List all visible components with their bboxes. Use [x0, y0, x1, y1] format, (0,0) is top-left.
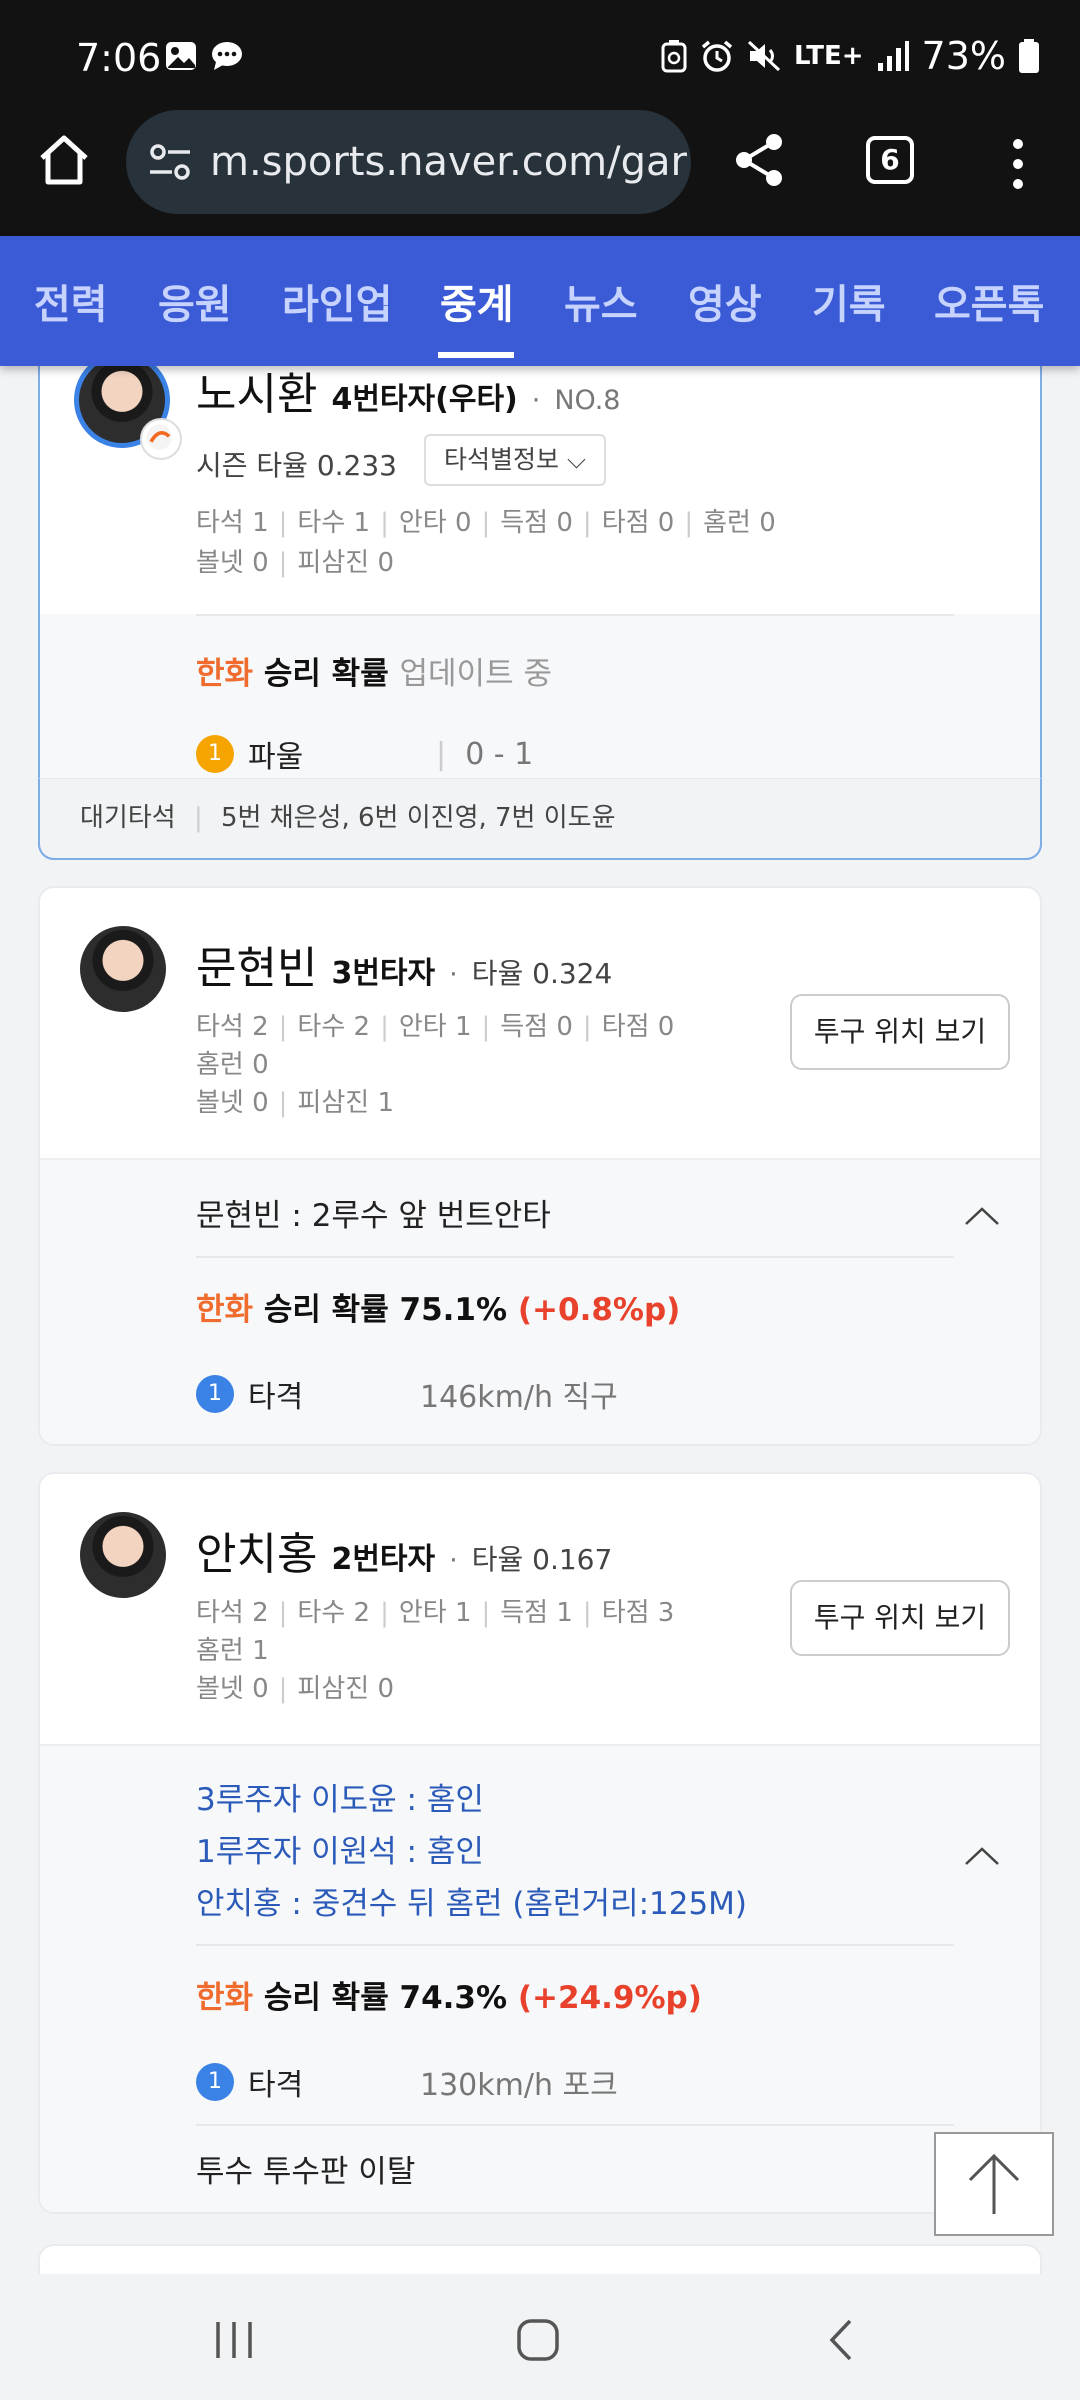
network-type: LTE+: [793, 41, 864, 71]
pitch-row: 1 타격 130km/h 포크: [196, 2060, 618, 2104]
chat-icon: [212, 42, 242, 70]
win-probability: 한화 승리 확률 업데이트 중: [196, 656, 552, 692]
player-stats-line2: 홈런 0: [196, 1050, 269, 1080]
pitch-speed-type: 130km/h 포크: [420, 2068, 618, 2103]
battery-saver-icon: [661, 40, 687, 73]
pitch-row: 1 타격 146km/h 직구: [196, 1372, 618, 1416]
batter-stats-line2: 볼넷 0 | 피삼진 0: [196, 548, 394, 578]
batter-name: 노시환: [196, 369, 318, 420]
chevron-down-icon: ⌵: [566, 445, 586, 474]
player-average: 타율 0.167: [471, 1543, 613, 1576]
more-options-icon[interactable]: [1000, 134, 1036, 194]
arrow-up-icon: [968, 2153, 1020, 2214]
pitch-location-button[interactable]: 투구 위치 보기: [790, 1580, 1010, 1656]
batter-number: NO.8: [554, 385, 621, 416]
win-probability: 한화 승리 확률 74.3% (+24.9%p): [196, 1980, 702, 2016]
battery-percent: 73%: [921, 34, 1006, 78]
player-order: 2번타자: [331, 1542, 436, 1577]
player-name: 안치홍: [196, 1529, 318, 1580]
battery-icon: [1019, 39, 1039, 73]
active-tab-indicator: [438, 352, 514, 358]
pitch-row: 1 파울 | 0 - 1: [196, 732, 533, 776]
system-nav-bar: [0, 2274, 1080, 2400]
scroll-to-top-button[interactable]: [934, 2132, 1054, 2236]
at-bat-card: [38, 2244, 1042, 2274]
tab-lineup-strength[interactable]: 전력: [34, 272, 108, 330]
player-avatar: [80, 926, 166, 1012]
at-bat-card: 안치홍 2번타자 · 타율 0.167 타석 2 | 타수 2 | 안타 1 | 득점 1 |…: [38, 1472, 1042, 2214]
player-stats-line2: 홈런 1: [196, 1636, 269, 1666]
tab-news[interactable]: 뉴스: [564, 272, 638, 330]
player-order: 3번타자: [331, 956, 436, 991]
tab-switcher-button[interactable]: 6: [866, 136, 914, 184]
pitch-number-badge: 1: [196, 1375, 234, 1413]
status-time: 7:06: [76, 36, 162, 80]
tab-lineup[interactable]: 라인업: [282, 272, 392, 330]
chevron-up-icon[interactable]: [964, 1206, 1000, 1226]
batter-order: 4번타자(우타): [331, 382, 518, 417]
batter-name-row: 노시환 4번타자(우타) · NO.8: [196, 369, 621, 420]
play-event: 안치홍 : 중견수 뒤 홈런 (홈런거리:125M): [196, 1886, 748, 1922]
player-name-row: 안치홍 2번타자 · 타율 0.167: [196, 1529, 613, 1580]
tab-cheer[interactable]: 응원: [158, 272, 232, 330]
share-icon[interactable]: [730, 130, 790, 190]
pitch-number-badge: 1: [196, 2063, 234, 2101]
pitch-speed-type: 146km/h 직구: [420, 1380, 618, 1415]
player-avatar: [80, 1512, 166, 1598]
play-event: 문현빈 : 2루수 앞 번트안타: [196, 1198, 551, 1234]
waiting-label: 대기타석: [80, 803, 176, 833]
batter-stats-line1: 타석 1 | 타수 1 | 안타 0 | 득점 0 | 타점 0 | 홈런 0: [196, 508, 776, 538]
browser-toolbar: m.sports.naver.com/gar 6: [0, 110, 1080, 236]
season-average: 시즌 타율 0.233: [196, 449, 397, 482]
play-event: 1루주자 이원석 : 홈인: [196, 1834, 484, 1870]
player-stats-line1: 타석 2 | 타수 2 | 안타 1 | 득점 1 | 타점 3: [196, 1598, 675, 1628]
pitch-count: | 0 - 1: [436, 736, 534, 772]
play-note: 투수 투수판 이탈: [196, 2154, 416, 2190]
site-settings-icon[interactable]: [148, 142, 192, 182]
chevron-up-icon[interactable]: [964, 1846, 1000, 1866]
player-stats-line1: 타석 2 | 타수 2 | 안타 1 | 득점 0 | 타점 0: [196, 1012, 675, 1042]
tab-broadcast[interactable]: 중계: [440, 272, 514, 330]
signal-icon: [877, 41, 909, 71]
pitch-location-button[interactable]: 투구 위치 보기: [790, 994, 1010, 1070]
home-icon[interactable]: [36, 132, 92, 188]
tab-video[interactable]: 영상: [688, 272, 762, 330]
at-bat-info-dropdown[interactable]: 타석별정보 ⌵: [424, 434, 606, 486]
waiting-list: 5번 채은성, 6번 이진영, 7번 이도윤: [220, 803, 616, 833]
broadcast-feed: 노시환 4번타자(우타) · NO.8 시즌 타율 0.233 타석별정보 ⌵ …: [0, 366, 1080, 2274]
win-probability: 한화 승리 확률 75.1% (+0.8%p): [196, 1292, 681, 1328]
status-right: LTE+ 73%: [660, 34, 1040, 78]
url-text: m.sports.naver.com/gar: [210, 139, 687, 185]
mute-icon: [747, 40, 781, 72]
gallery-icon: [166, 42, 196, 70]
team-logo-icon: [140, 418, 182, 460]
pitch-result: 파울: [248, 740, 304, 775]
pitch-number-badge: 1: [196, 735, 234, 773]
home-nav-icon[interactable]: [516, 2318, 560, 2362]
player-average: 타율 0.324: [471, 957, 613, 990]
at-bat-info-label: 타석별정보: [444, 445, 560, 474]
play-event: 3루주자 이도윤 : 홈인: [196, 1782, 484, 1818]
at-bat-card: 문현빈 3번타자 · 타율 0.324 타석 2 | 타수 2 | 안타 1 | 득점 0 |…: [38, 886, 1042, 1446]
tab-records[interactable]: 기록: [812, 272, 886, 330]
pitch-result: 타격: [248, 2068, 304, 2103]
url-bar[interactable]: m.sports.naver.com/gar: [126, 110, 691, 214]
player-name-row: 문현빈 3번타자 · 타율 0.324: [196, 943, 613, 994]
player-stats-line3: 볼넷 0 | 피삼진 1: [196, 1088, 394, 1118]
game-section-nav: 전력 응원 라인업 중계 뉴스 영상 기록 오픈톡: [0, 236, 1080, 366]
tab-opentalk[interactable]: 오픈톡: [934, 272, 1044, 330]
pitch-result: 타격: [248, 1380, 304, 1415]
back-icon[interactable]: [820, 2318, 864, 2362]
waiting-batters-bar: 대기타석 | 5번 채은성, 6번 이진영, 7번 이도윤: [38, 778, 1042, 860]
player-name: 문현빈: [196, 943, 318, 994]
recent-apps-icon[interactable]: [212, 2318, 256, 2362]
status-bar: 7:06 LTE+ 73%: [0, 0, 1080, 110]
player-stats-line3: 볼넷 0 | 피삼진 0: [196, 1674, 394, 1704]
alarm-icon: [701, 40, 733, 72]
